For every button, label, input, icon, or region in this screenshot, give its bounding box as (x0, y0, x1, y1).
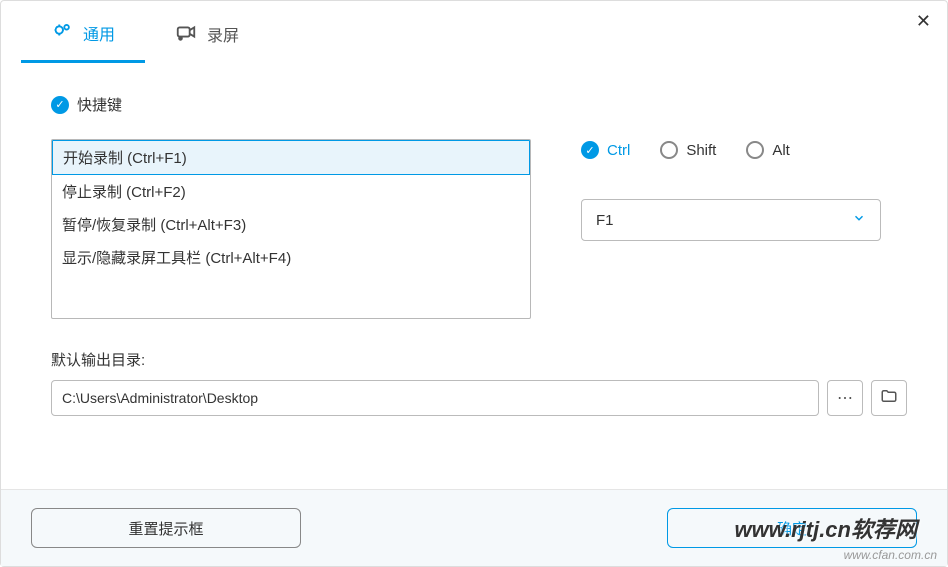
reset-button-label: 重置提示框 (128, 518, 203, 539)
shortcut-item-pause[interactable]: 暂停/恢复录制 (Ctrl+Alt+F3) (52, 208, 530, 241)
tab-general-label: 通用 (83, 21, 115, 45)
shortcuts-title: 快捷键 (77, 94, 122, 115)
modifier-ctrl[interactable]: Ctrl (581, 141, 630, 159)
content-area: 快捷键 开始录制 (Ctrl+F1) 停止录制 (Ctrl+F2) 暂停/恢复录… (1, 64, 947, 489)
checkbox-icon (581, 141, 599, 159)
camera-icon (175, 21, 197, 48)
watermark-main: www.rjtj.cn软荐网 (734, 512, 917, 544)
output-path-value: C:\Users\Administrator\Desktop (62, 390, 258, 406)
modifier-alt[interactable]: Alt (746, 141, 790, 159)
reset-button[interactable]: 重置提示框 (31, 508, 301, 548)
output-path-input[interactable]: C:\Users\Administrator\Desktop (51, 380, 819, 416)
more-button[interactable]: ⋯ (827, 380, 863, 416)
modifier-ctrl-label: Ctrl (607, 142, 630, 159)
folder-icon (880, 387, 898, 410)
key-select-value: F1 (596, 212, 614, 229)
shortcuts-header: 快捷键 (51, 94, 907, 115)
shortcut-item-stop[interactable]: 停止录制 (Ctrl+F2) (52, 175, 530, 208)
tabs-bar: 通用 录屏 (1, 1, 947, 64)
browse-folder-button[interactable] (871, 380, 907, 416)
watermark-sub: www.cfan.com.cn (844, 548, 937, 562)
shortcut-item-start[interactable]: 开始录制 (Ctrl+F1) (52, 140, 530, 175)
chevron-down-icon (852, 211, 866, 229)
modifier-shift[interactable]: Shift (660, 141, 716, 159)
tab-screen-recording[interactable]: 录屏 (145, 1, 269, 63)
tab-screen-recording-label: 录屏 (207, 22, 239, 46)
modifier-group: Ctrl Shift Alt (581, 141, 907, 159)
shortcut-list[interactable]: 开始录制 (Ctrl+F1) 停止录制 (Ctrl+F2) 暂停/恢复录制 (C… (51, 139, 531, 319)
radio-icon (660, 141, 678, 159)
check-icon (51, 96, 69, 114)
ellipsis-icon: ⋯ (837, 388, 853, 408)
key-select-dropdown[interactable]: F1 (581, 199, 881, 241)
radio-icon (746, 141, 764, 159)
close-button[interactable]: ✕ (916, 11, 931, 32)
shortcut-item-toggle-toolbar[interactable]: 显示/隐藏录屏工具栏 (Ctrl+Alt+F4) (52, 241, 530, 274)
tab-general[interactable]: 通用 (21, 1, 145, 63)
modifier-shift-label: Shift (686, 142, 716, 159)
output-label: 默认输出目录: (51, 349, 907, 370)
gear-icon (51, 19, 73, 46)
modifier-alt-label: Alt (772, 142, 790, 159)
